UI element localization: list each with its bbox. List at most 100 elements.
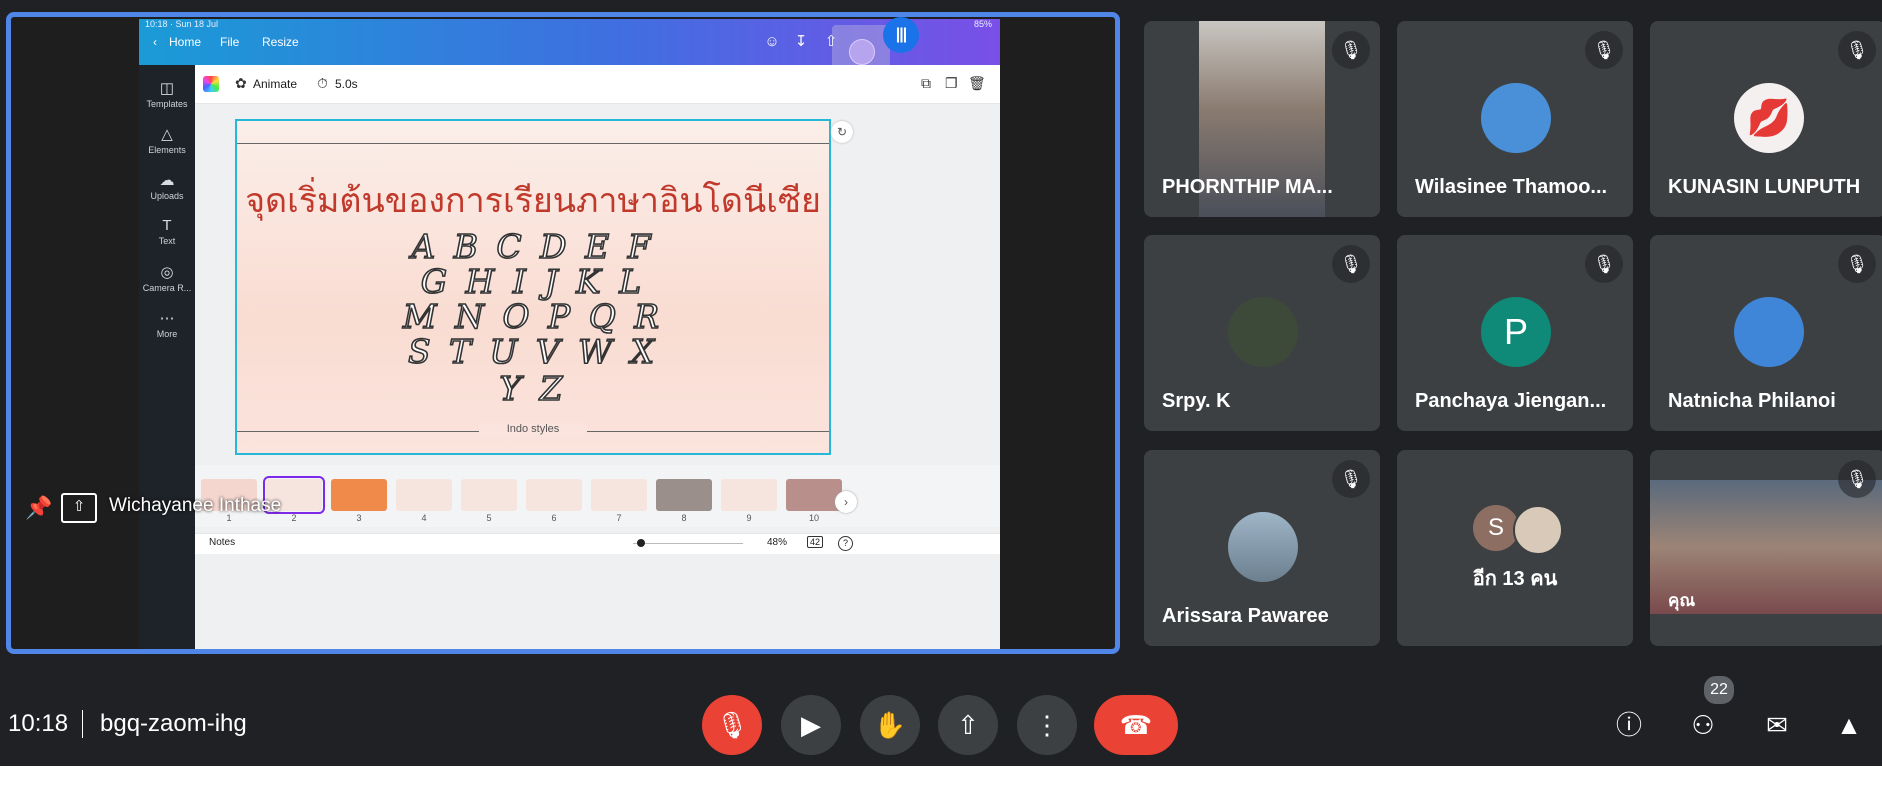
sidebar-item-uploads[interactable]: ☁ Uploads <box>139 171 195 201</box>
avatar: P <box>1481 297 1551 367</box>
participant-tile[interactable]: 🎙 Natnicha Philanoi <box>1650 235 1882 431</box>
more-icon: ⋯ <box>159 310 175 327</box>
avatar: 💋 <box>1734 83 1804 153</box>
divider <box>82 710 83 738</box>
alphabet-row: M N O P Q R <box>402 297 664 336</box>
meeting-code: bgq-zaom-ihg <box>100 710 247 737</box>
page-count[interactable]: 42 <box>807 536 824 548</box>
alphabet-row: G H I J K L <box>420 262 646 301</box>
participant-tile[interactable]: 🎙 Arissara Pawaree <box>1144 450 1380 646</box>
participant-tile[interactable]: 💋 🎙 KUNASIN LUNPUTH <box>1650 21 1882 217</box>
control-bar: 10:18 bgq-zaom-ihg 🎙 ▶ ✋ ⇧ ⋮ ☎ ⓘ ⚇ 22 ✉ … <box>0 674 1882 766</box>
meeting-info-icon[interactable]: ⓘ <box>1608 704 1650 746</box>
participant-tile[interactable]: 🎙 Srpy. K <box>1144 235 1380 431</box>
avatar <box>1228 512 1298 582</box>
slide-footer: Indo styles <box>479 423 587 435</box>
camera-icon: ▶ <box>801 710 821 740</box>
sidebar-item-text[interactable]: T Text <box>139 217 195 246</box>
mic-off-icon: 🎙 <box>1332 460 1370 498</box>
people-count-badge: 22 <box>1702 674 1736 706</box>
thumbnail[interactable] <box>721 479 777 511</box>
sidebar-label: Templates <box>146 99 188 109</box>
add-page-icon[interactable]: ⧉ <box>921 75 931 92</box>
participant-tile[interactable]: P 🎙 Panchaya Jiengan... <box>1397 235 1633 431</box>
thumbnail-number: 10 <box>808 513 819 523</box>
color-picker-icon[interactable] <box>203 76 219 92</box>
alphabet-row: A B C D E F <box>411 227 655 266</box>
templates-icon: ◫ <box>159 80 175 97</box>
more-options-button[interactable]: ⋮ <box>1017 695 1077 755</box>
leave-call-button[interactable]: ☎ <box>1094 695 1178 755</box>
thumbnail[interactable] <box>591 479 647 511</box>
sidebar-label: More <box>156 329 178 339</box>
thumbnail[interactable] <box>786 479 842 511</box>
camera-toggle-button[interactable]: ▶ <box>781 695 841 755</box>
zoom-slider-handle[interactable] <box>637 539 645 547</box>
duplicate-page-icon[interactable]: ❐ <box>945 75 958 92</box>
participant-name: Wilasinee Thamoo... <box>1415 176 1608 198</box>
alphabet-row: Y Z <box>499 369 567 408</box>
mic-off-icon: 🎙 <box>1838 245 1876 283</box>
mic-off-icon: 🎙 <box>1838 31 1876 69</box>
thumbnail[interactable] <box>461 479 517 511</box>
notes-button[interactable]: Notes <box>209 537 235 548</box>
share-people-icon[interactable]: ☺ <box>761 31 783 53</box>
sidebar-item-camera-roll[interactable]: ◎ Camera R... <box>139 263 195 293</box>
chevron-right-icon[interactable]: › <box>835 491 857 513</box>
mic-toggle-button[interactable]: 🎙 <box>702 695 762 755</box>
activities-icon[interactable]: ▲ <box>1828 704 1870 746</box>
participant-name: Panchaya Jiengan... <box>1415 390 1607 412</box>
sidebar-item-templates[interactable]: ◫ Templates <box>139 79 195 109</box>
participant-tile[interactable]: 🎙 PHORNTHIP MA... <box>1144 21 1380 217</box>
help-icon[interactable]: ? <box>838 536 853 551</box>
participant-tile-others[interactable]: S อีก 13 คน <box>1397 450 1633 646</box>
slide-title: จุดเริ่มต้นของการเรียนภาษาอินโดนีเซีย <box>245 181 821 221</box>
canva-sidebar: ◫ Templates △ Elements ☁ Uploads T Text ◎ Cam… <box>139 65 195 649</box>
thumbnail-number: 9 <box>746 513 752 523</box>
participant-tile-self[interactable]: 🎙 คุณ <box>1650 450 1882 646</box>
thumbnail-number: 6 <box>551 513 557 523</box>
pin-icon[interactable]: 📌 <box>25 495 52 521</box>
sidebar-label: Camera R... <box>142 283 192 293</box>
resize-menu[interactable]: Resize <box>262 35 299 49</box>
hang-up-icon: ☎ <box>1119 710 1153 740</box>
people-icon[interactable]: ⚇ <box>1682 704 1724 746</box>
text-icon: T <box>162 217 172 234</box>
animate-button[interactable]: Animate <box>253 77 297 91</box>
editor-toolbar: ✿ Animate ⏱ 5.0s ⧉ ❐ 🗑 <box>195 65 1000 104</box>
present-screen-icon[interactable]: ⇧ <box>61 493 97 523</box>
duration-button[interactable]: 5.0s <box>335 77 358 91</box>
back-chevron-icon[interactable]: ‹ <box>153 35 157 49</box>
thumbnail[interactable] <box>526 479 582 511</box>
mic-off-icon: 🎙 <box>1332 31 1370 69</box>
participant-name: Arissara Pawaree <box>1162 605 1329 627</box>
sidebar-item-more[interactable]: ⋯ More <box>139 309 195 339</box>
battery-status: 85% <box>973 19 992 29</box>
home-link[interactable]: Home <box>169 35 201 49</box>
chat-icon[interactable]: ✉ <box>1756 704 1798 746</box>
present-button[interactable]: ⇧ <box>938 695 998 755</box>
raise-hand-button[interactable]: ✋ <box>860 695 920 755</box>
share-icon[interactable]: ⇧ <box>820 31 842 53</box>
download-icon[interactable]: ↧ <box>790 31 812 53</box>
thumbnail[interactable] <box>656 479 712 511</box>
slide-canvas[interactable]: จุดเริ่มต้นของการเรียนภาษาอินโดนีเซีย A … <box>235 119 831 455</box>
refresh-icon[interactable]: ↻ <box>831 121 853 143</box>
participant-tile[interactable]: 🎙 Wilasinee Thamoo... <box>1397 21 1633 217</box>
zoom-level[interactable]: 48% <box>767 537 787 548</box>
sidebar-item-elements[interactable]: △ Elements <box>139 125 195 155</box>
thumbnail[interactable] <box>396 479 452 511</box>
file-menu[interactable]: File <box>220 35 239 49</box>
participant-name: PHORNTHIP MA... <box>1162 176 1333 198</box>
speaking-indicator-icon: ||| <box>883 17 919 53</box>
camera-roll-icon: ◎ <box>160 264 174 281</box>
zoom-slider[interactable] <box>633 543 743 544</box>
participant-name: คุณ <box>1668 591 1696 610</box>
thumbnail[interactable] <box>331 479 387 511</box>
animate-icon[interactable]: ✿ <box>235 75 247 92</box>
delete-page-icon[interactable]: 🗑 <box>968 75 986 92</box>
presentation-tile[interactable]: 10:18 · Sun 18 Jul 85% ‹ Home File Resiz… <box>6 12 1120 654</box>
timer-icon[interactable]: ⏱ <box>317 75 328 92</box>
mic-off-icon: 🎙 <box>1585 31 1623 69</box>
mic-off-icon: 🎙 <box>1585 245 1623 283</box>
